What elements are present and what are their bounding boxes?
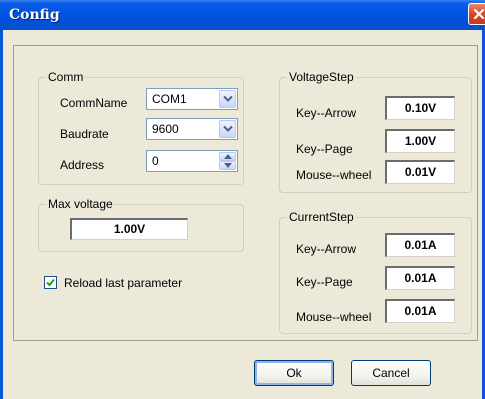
max-voltage-legend: Max voltage: [46, 197, 115, 211]
reload-label[interactable]: Reload last parameter: [64, 276, 182, 290]
max-voltage-value: 1.00V: [113, 222, 146, 236]
voltage-key-page-input[interactable]: 1.00V: [385, 129, 455, 153]
address-value: 0: [152, 154, 159, 168]
title-bar[interactable]: Config: [0, 0, 485, 30]
checkmark-icon: [46, 278, 55, 287]
current-key-page-input[interactable]: 0.01A: [385, 266, 455, 290]
cancel-button-label: Cancel: [372, 366, 410, 380]
address-label: Address: [60, 158, 105, 172]
chevron-down-icon: [223, 95, 233, 102]
close-button[interactable]: [468, 3, 485, 25]
address-increment-button[interactable]: [219, 152, 236, 161]
voltage-key-arrow-label: Key--Arrow: [296, 106, 357, 120]
current-key-page-label: Key--Page: [296, 275, 353, 289]
arrow-up-icon: [224, 154, 232, 159]
current-mouse-wheel-value: 0.01A: [404, 304, 437, 318]
chevron-down-icon: [223, 125, 233, 132]
current-step-legend: CurrentStep: [287, 210, 356, 224]
baudrate-value: 9600: [152, 122, 179, 136]
current-key-page-value: 0.01A: [404, 271, 437, 285]
voltage-key-arrow-value: 0.10V: [404, 101, 437, 115]
voltage-step-legend: VoltageStep: [287, 70, 356, 84]
reload-checkbox[interactable]: [44, 276, 57, 289]
commname-value: COM1: [152, 92, 187, 106]
voltage-key-page-label: Key--Page: [296, 142, 353, 156]
address-decrement-button[interactable]: [219, 161, 236, 170]
max-voltage-input[interactable]: 1.00V: [70, 218, 188, 240]
current-mouse-wheel-label: Mouse--wheel: [296, 310, 372, 324]
window-title: Config: [9, 7, 60, 23]
address-stepper[interactable]: 0: [146, 150, 238, 172]
cancel-button[interactable]: Cancel: [351, 360, 431, 386]
baudrate-select[interactable]: 9600: [146, 118, 238, 140]
baudrate-label: Baudrate: [60, 127, 109, 141]
current-key-arrow-input[interactable]: 0.01A: [385, 233, 455, 257]
commname-select[interactable]: COM1: [146, 88, 238, 110]
voltage-mouse-wheel-input[interactable]: 0.01V: [385, 160, 455, 184]
window-frame-left: [0, 30, 3, 399]
voltage-mouse-wheel-value: 0.01V: [404, 165, 437, 179]
voltage-mouse-wheel-label: Mouse--wheel: [296, 168, 372, 182]
current-key-arrow-label: Key--Arrow: [296, 242, 357, 256]
current-mouse-wheel-input[interactable]: 0.01A: [385, 299, 455, 323]
baudrate-dropdown-button[interactable]: [219, 120, 236, 138]
arrow-down-icon: [224, 163, 232, 168]
config-dialog: Config Comm CommName COM1 Baudrate 9600 …: [0, 0, 485, 399]
voltage-key-page-value: 1.00V: [404, 134, 437, 148]
close-icon: [473, 8, 485, 20]
commname-label: CommName: [60, 96, 128, 110]
comm-legend: Comm: [46, 70, 86, 84]
commname-dropdown-button[interactable]: [219, 90, 236, 108]
current-key-arrow-value: 0.01A: [404, 238, 437, 252]
voltage-key-arrow-input[interactable]: 0.10V: [385, 96, 455, 120]
ok-button[interactable]: Ok: [254, 360, 334, 386]
ok-button-label: Ok: [286, 366, 302, 380]
